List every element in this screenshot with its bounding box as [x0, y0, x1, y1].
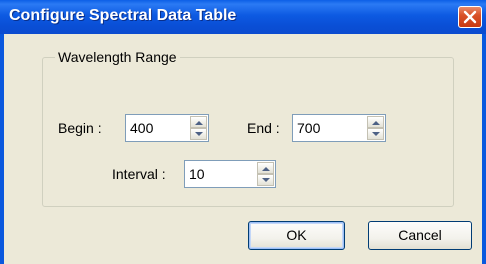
end-label: End : — [247, 120, 280, 136]
begin-value[interactable]: 400 — [130, 119, 153, 137]
end-spin-buttons — [367, 116, 384, 140]
begin-spin-down-button[interactable] — [190, 128, 207, 140]
ok-button[interactable]: OK — [248, 221, 345, 250]
interval-spin-up-button[interactable] — [257, 162, 274, 174]
end-spin-up-button[interactable] — [367, 116, 384, 128]
interval-spin-buttons — [257, 162, 274, 186]
close-button[interactable] — [458, 6, 482, 28]
close-icon — [463, 10, 477, 24]
interval-value[interactable]: 10 — [189, 165, 205, 183]
up-arrow-icon — [195, 121, 203, 125]
end-spinbox[interactable]: 700 — [292, 114, 386, 142]
begin-spinbox[interactable]: 400 — [125, 114, 209, 142]
begin-label: Begin : — [58, 120, 102, 136]
begin-spin-buttons — [190, 116, 207, 140]
title-bar[interactable]: Configure Spectral Data Table — [0, 0, 486, 34]
window-title: Configure Spectral Data Table — [9, 7, 237, 24]
begin-spin-up-button[interactable] — [190, 116, 207, 128]
up-arrow-icon — [372, 121, 380, 125]
down-arrow-icon — [195, 132, 203, 136]
interval-label: Interval : — [112, 166, 166, 182]
down-arrow-icon — [372, 132, 380, 136]
down-arrow-icon — [262, 178, 270, 182]
end-spin-down-button[interactable] — [367, 128, 384, 140]
interval-spinbox[interactable]: 10 — [184, 160, 276, 188]
end-value[interactable]: 700 — [297, 119, 320, 137]
cancel-button[interactable]: Cancel — [368, 221, 472, 250]
interval-spin-down-button[interactable] — [257, 174, 274, 186]
up-arrow-icon — [262, 167, 270, 171]
group-legend: Wavelength Range — [55, 48, 180, 66]
